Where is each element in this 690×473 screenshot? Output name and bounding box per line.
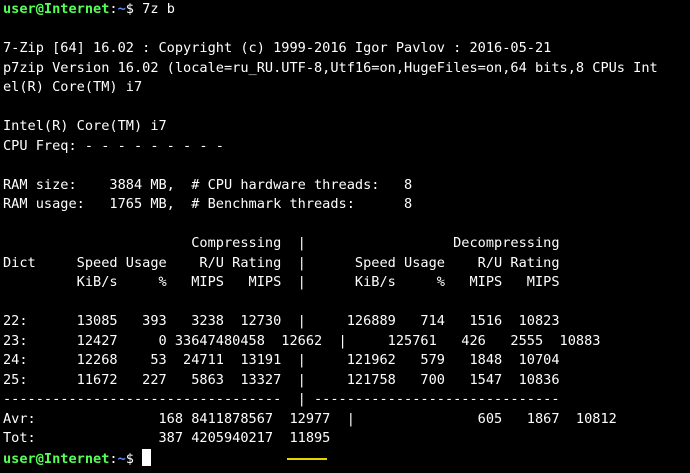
output-line: KiB/s % MIPS MIPS | KiB/s % MIPS MIPS [3, 274, 560, 290]
output-line: el(R) Core(TM) i7 [3, 79, 143, 95]
prompt-path: ~ [117, 1, 126, 17]
terminal-window[interactable]: user@Internet:~$ 7z b 7-Zip [64] 16.02 :… [0, 0, 690, 473]
total-rating-underline [287, 458, 327, 460]
output-line: Dict Speed Usage R/U Rating | Speed Usag… [3, 254, 560, 271]
output-line: ---------------------------------- | ---… [3, 391, 560, 407]
output-line: Intel(R) Core(TM) i7 [3, 118, 167, 134]
output-line: p7zip Version 16.02 (locale=ru_RU.UTF-8,… [3, 59, 658, 76]
prompt-separator: : [109, 450, 118, 467]
output-line: Compressing | Decompressing [3, 235, 560, 251]
output-line: 23: 12427 0 33647480458 12662 | 125761 4… [3, 332, 601, 349]
output-line: Tot: 387 4205940217 11895 [3, 430, 331, 446]
text-cursor [142, 448, 152, 466]
output-line: RAM size: 3884 MB, # CPU hardware thread… [3, 176, 413, 193]
output-line: 24: 12268 53 24711 13191 | 121962 579 18… [3, 352, 560, 368]
command-text: 7z b [142, 1, 175, 17]
prompt-path: ~ [117, 450, 126, 467]
command-line: user@Internet:~$ 7z b [3, 0, 690, 20]
prompt-user-host: user@Internet [3, 450, 110, 467]
output-line: CPU Freq: - - - - - - - - - [3, 137, 224, 154]
prompt-symbol: $ [125, 450, 143, 467]
prompt-user-host: user@Internet [3, 1, 110, 17]
prompt-symbol: $ [125, 1, 143, 17]
output-line: Avr: 168 8411878567 12977 | 605 1867 108… [3, 410, 617, 427]
output-line: 22: 13085 393 3238 12730 | 126889 714 15… [3, 313, 560, 329]
output-line: 7-Zip [64] 16.02 : Copyright (c) 1999-20… [3, 40, 552, 56]
active-prompt-line[interactable]: user@Internet:~$ [3, 448, 690, 469]
prompt-separator: : [109, 1, 118, 17]
terminal-output: 7-Zip [64] 16.02 : Copyright (c) 1999-20… [3, 20, 690, 449]
output-line: RAM usage: 1765 MB, # Benchmark threads:… [3, 196, 413, 212]
output-line: 25: 11672 227 5863 13327 | 121758 700 15… [3, 371, 560, 388]
